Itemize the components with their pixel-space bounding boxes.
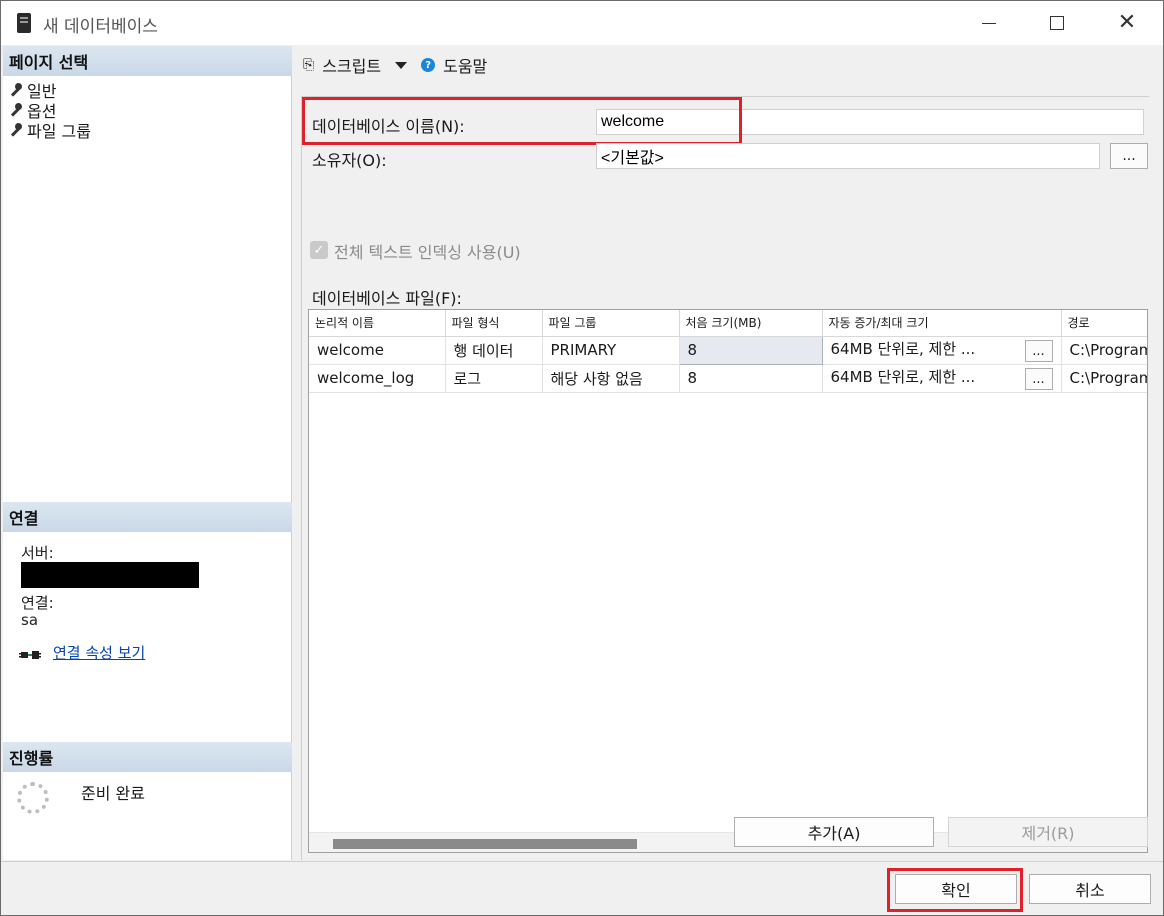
col-initial-size[interactable]: 처음 크기(MB) <box>679 310 823 337</box>
fulltext-checkbox[interactable]: ✓ <box>310 241 328 259</box>
cell-path[interactable]: C:\Program <box>1061 364 1147 393</box>
script-button[interactable]: 스크립트 <box>322 53 381 77</box>
db-files-label: 데이터베이스 파일(F): <box>312 289 462 308</box>
cell-path[interactable]: C:\Program <box>1061 336 1147 365</box>
general-page-content: 데이터베이스 이름(N): 소유자(O): ... ✓ 전체 텍스트 인덱싱 사… <box>301 96 1149 860</box>
autogrowth-browse-button[interactable]: ... <box>1024 368 1053 390</box>
right-panel: ⎘ 스크립트 ? 도움말 데이터베이스 이름(N): 소유자(O): ... ✓… <box>293 46 1163 860</box>
cell-filegroup[interactable]: PRIMARY <box>542 336 680 365</box>
cell-initial-size[interactable]: 8 <box>679 364 823 393</box>
toolbar: ⎘ 스크립트 ? 도움말 <box>293 46 1163 84</box>
close-icon: ✕ <box>1117 10 1137 35</box>
cell-filegroup[interactable]: 해당 사항 없음 <box>542 364 680 393</box>
col-path[interactable]: 경로 <box>1061 310 1147 337</box>
close-button[interactable]: ✕ <box>1092 1 1162 45</box>
table-row[interactable]: welcome_log 로그 해당 사항 없음 8 64MB 단위로, 제한 .… <box>309 364 1147 393</box>
page-item-filegroups[interactable]: 파일 그룹 <box>9 118 91 142</box>
remove-button[interactable]: 제거(R) <box>948 817 1148 847</box>
spinner-icon <box>17 782 49 814</box>
cancel-button[interactable]: 취소 <box>1029 874 1151 904</box>
maximize-icon <box>1050 16 1064 30</box>
col-logical-name[interactable]: 논리적 이름 <box>309 310 446 337</box>
maximize-button[interactable] <box>1022 1 1092 45</box>
autogrowth-text: 64MB 단위로, 제한 ... <box>830 340 976 358</box>
connection-header: 연결 <box>3 502 292 532</box>
window-title: 새 데이터베이스 <box>43 17 158 37</box>
page-select-header: 페이지 선택 <box>3 46 292 76</box>
script-icon: ⎘ <box>303 57 315 73</box>
col-file-type[interactable]: 파일 형식 <box>445 310 543 337</box>
connection-label: 연결: <box>21 594 54 612</box>
scrollbar-thumb[interactable] <box>333 839 637 849</box>
cell-logical-name[interactable]: welcome <box>309 336 446 365</box>
help-icon: ? <box>421 58 436 72</box>
wrench-icon <box>9 103 22 116</box>
cell-autogrowth[interactable]: 64MB 단위로, 제한 ...... <box>822 336 1062 365</box>
wrench-icon <box>9 83 22 96</box>
ok-button[interactable]: 확인 <box>895 874 1017 904</box>
cell-autogrowth[interactable]: 64MB 단위로, 제한 ...... <box>822 364 1062 393</box>
autogrowth-browse-button[interactable]: ... <box>1024 340 1053 362</box>
progress-status: 준비 완료 <box>81 784 145 803</box>
plug-icon <box>19 651 41 659</box>
dialog-button-bar: 확인 취소 <box>1 861 1163 915</box>
wrench-icon <box>9 123 22 136</box>
progress-header: 진행률 <box>3 742 292 772</box>
connection-value: sa <box>21 611 39 629</box>
owner-browse-button[interactable]: ... <box>1110 143 1148 169</box>
cell-file-type[interactable]: 행 데이터 <box>445 336 543 365</box>
db-name-highlight <box>302 97 742 145</box>
add-button[interactable]: 추가(A) <box>734 817 934 847</box>
owner-input[interactable] <box>596 143 1100 169</box>
view-connection-properties-link[interactable]: 연결 속성 보기 <box>53 642 145 663</box>
minimize-button[interactable] <box>954 1 1024 45</box>
db-files-grid: 논리적 이름 파일 형식 파일 그룹 처음 크기(MB) 자동 증가/최대 크기… <box>308 309 1148 853</box>
help-button[interactable]: 도움말 <box>443 53 487 77</box>
server-label: 서버: <box>21 544 54 562</box>
owner-label: 소유자(O): <box>312 151 387 170</box>
cell-logical-name[interactable]: welcome_log <box>309 364 446 393</box>
chevron-down-icon[interactable] <box>395 61 408 69</box>
autogrowth-text: 64MB 단위로, 제한 ... <box>830 368 976 386</box>
new-database-dialog: 새 데이터베이스 ✕ 페이지 선택 일반 옵션 파일 그룹 연결 서버: 연결:… <box>0 0 1164 916</box>
grid-header-row: 논리적 이름 파일 형식 파일 그룹 처음 크기(MB) 자동 증가/최대 크기… <box>309 310 1147 337</box>
fulltext-label: 전체 텍스트 인덱싱 사용(U) <box>334 243 521 262</box>
minimize-icon <box>982 22 996 24</box>
col-filegroup[interactable]: 파일 그룹 <box>542 310 680 337</box>
table-row[interactable]: welcome 행 데이터 PRIMARY 8 64MB 단위로, 제한 ...… <box>309 335 1147 365</box>
server-icon <box>17 13 31 33</box>
left-panel: 페이지 선택 일반 옵션 파일 그룹 연결 서버: 연결: sa 연결 속성 보… <box>3 46 292 860</box>
page-item-label: 파일 그룹 <box>27 122 91 141</box>
cell-initial-size[interactable]: 8 <box>678 335 823 365</box>
server-value-redacted <box>21 562 199 588</box>
cell-file-type[interactable]: 로그 <box>445 364 543 393</box>
col-autogrowth[interactable]: 자동 증가/최대 크기 <box>822 310 1062 337</box>
title-bar: 새 데이터베이스 ✕ <box>1 1 1163 45</box>
